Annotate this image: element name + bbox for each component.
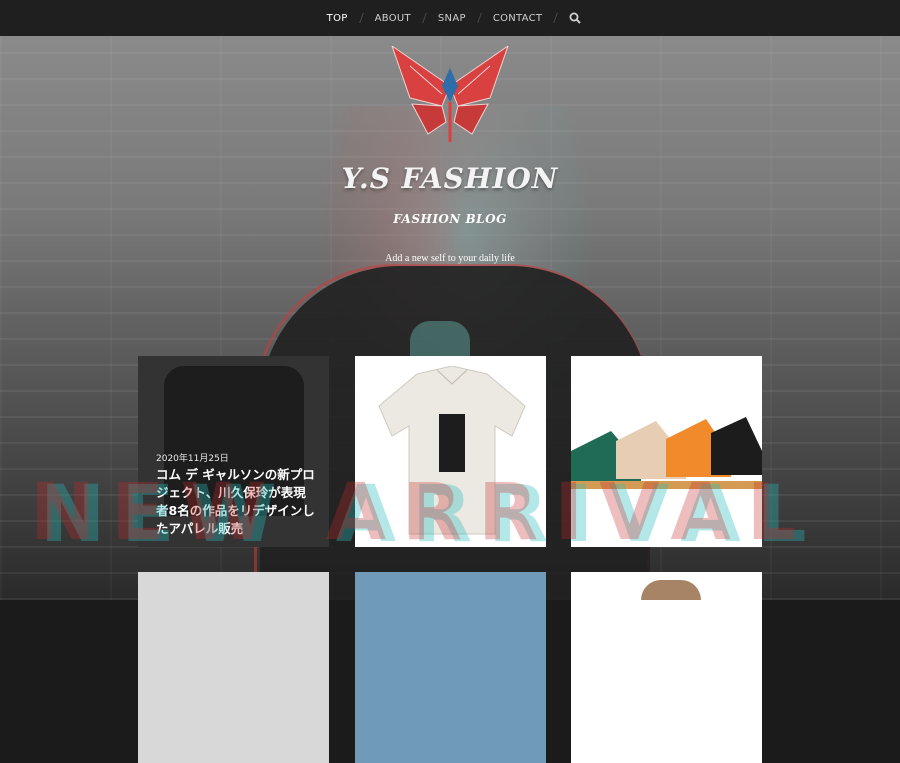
post-card[interactable]: [571, 572, 762, 763]
bucket-hat-image: [641, 580, 701, 600]
site-title[interactable]: Y.S FASHION: [0, 162, 900, 195]
post-card[interactable]: [355, 572, 546, 763]
search-icon[interactable]: [564, 7, 586, 29]
nav-item-contact[interactable]: CONTACT: [480, 13, 556, 24]
nav-item-top[interactable]: TOP: [314, 13, 361, 24]
post-date: 2020年11月25日: [156, 454, 229, 464]
nav-item-snap[interactable]: SNAP: [425, 13, 479, 24]
butterfly-logo-icon: [391, 46, 509, 142]
background-text: NEW ARRIVAL: [30, 468, 813, 558]
site-subtitle: FASHION BLOG: [393, 212, 507, 226]
top-navigation: TOP ABOUT SNAP CONTACT: [0, 0, 900, 36]
nav-item-about[interactable]: ABOUT: [362, 13, 424, 24]
post-card[interactable]: [138, 572, 329, 763]
site-tagline: Add a new self to your daily life: [385, 253, 515, 264]
